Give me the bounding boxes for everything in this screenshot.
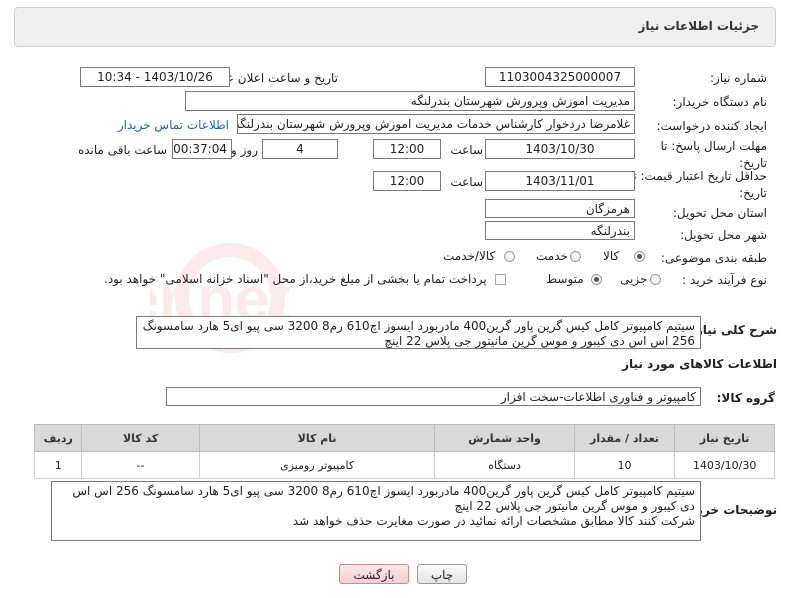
need-number-field[interactable]: 1103004325000007 (485, 67, 635, 87)
goods-table-header: تاریخ نیاز تعداد / مقدار واحد شمارش نام … (33, 424, 775, 452)
cell-need-date: 1403/10/30 (674, 451, 775, 479)
cell-code: -- (81, 451, 200, 479)
creator-field[interactable]: غلامرضا دردخوار کارشناس خدمات مدیریت امو… (237, 114, 635, 134)
buyer-notes-line-2: دی کیبور و موس گرین مانیتور جی پلاس 22 ا… (454, 499, 695, 513)
goods-group-label: گروه کالا: (716, 391, 775, 405)
province-label: استان محل تحویل: (672, 206, 767, 220)
reply-time-label: ساعت (450, 143, 483, 157)
reply-deadline-label: مهلت ارسال پاسخ: تا تاریخ: (660, 139, 767, 170)
buyer-field[interactable]: مدیریت اموزش وپرورش شهرستان بندرلنگه (185, 91, 635, 111)
page-title: جزئیات اطلاعات نیاز (638, 19, 759, 33)
treasury-note: پرداخت تمام یا بخشی از مبلغ خرید،از محل … (104, 272, 487, 286)
goods-section-title: اطلاعات کالاهای مورد نیاز (622, 357, 777, 371)
col-name: نام کالا (198, 424, 436, 452)
process-radio-minor[interactable] (650, 274, 661, 285)
table-row[interactable]: 1403/10/30 10 دستگاه کامپیوتر رومیزی -- … (33, 451, 775, 479)
category-option-service: خدمت (536, 249, 568, 263)
process-option-medium: متوسط (546, 272, 584, 286)
announce-field[interactable]: 1403/10/26 - 10:34 (80, 67, 230, 87)
buyer-notes-field[interactable]: سیتیم کامپیوتر کامل کیس گرین پاور گرین40… (51, 481, 701, 541)
price-deadline-label: حداقل تاریخ اعتبار قیمت: تا تاریخ: (629, 169, 767, 200)
province-field[interactable]: هرمزگان (485, 199, 635, 218)
city-label: شهر محل تحویل: (680, 228, 767, 242)
treasury-checkbox[interactable] (495, 274, 506, 285)
price-time-label: ساعت (450, 175, 483, 189)
cell-name: کامپیوتر رومیزی (198, 451, 436, 479)
days-label: روز و (231, 143, 258, 157)
city-field[interactable]: بندرلنگه (485, 221, 635, 240)
general-desc-field[interactable]: سیتیم کامپیوتر کامل کیس گرین پاور گرین40… (136, 316, 701, 349)
cell-row: 1 (33, 451, 83, 479)
buyer-notes-line-3: شرکت کنند کالا مطابق مشخصات ارائه نمائید… (292, 514, 695, 528)
general-desc-line-1: سیتیم کامپیوتر کامل کیس گرین پاور گرین40… (142, 319, 695, 333)
days-field[interactable]: 4 (262, 139, 338, 159)
goods-table: تاریخ نیاز تعداد / مقدار واحد شمارش نام … (33, 424, 775, 479)
general-desc-label: شرح کلی نیاز: (691, 323, 777, 337)
reply-date-field[interactable]: 1403/10/30 (485, 139, 635, 159)
col-quantity: تعداد / مقدار (573, 424, 676, 452)
need-number-label: شماره نیاز: (710, 71, 767, 85)
general-desc-line-2: 256 اس اس دی کیبور و موس گرین مانیتور جی… (384, 334, 695, 348)
category-radio-both[interactable] (504, 251, 515, 262)
cell-unit: دستگاه (434, 451, 575, 479)
price-time-field[interactable]: 12:00 (373, 171, 441, 191)
col-unit: واحد شمارش (434, 424, 575, 452)
reply-time-field[interactable]: 12:00 (373, 139, 441, 159)
category-option-goods: کالا (603, 249, 620, 263)
category-radio-goods[interactable] (634, 251, 645, 262)
process-radio-medium[interactable] (591, 274, 602, 285)
creator-label: ایجاد کننده درخواست: (656, 119, 767, 133)
category-option-both: کالا/خدمت (443, 249, 496, 263)
col-row: ردیف (33, 424, 83, 452)
contact-info-link[interactable]: اطلاعات تماس خریدار (118, 118, 229, 132)
back-button[interactable]: بازگشت (339, 564, 409, 584)
buyer-notes-line-1: سیتیم کامپیوتر کامل کیس گرین پاور گرین40… (72, 484, 695, 498)
cell-quantity: 10 (573, 451, 676, 479)
col-code: کد کالا (81, 424, 200, 452)
price-date-field[interactable]: 1403/11/01 (485, 171, 635, 191)
print-button[interactable]: چاپ (417, 564, 467, 584)
goods-group-field[interactable]: کامپیوتر و فناوری اطلاعات-سخت افزار (166, 387, 701, 406)
buyer-label: نام دستگاه خریدار: (672, 95, 768, 109)
remaining-label: ساعت باقی مانده (77, 143, 167, 157)
process-label: نوع فرآیند خرید : (682, 273, 767, 287)
header-panel: جزئیات اطلاعات نیاز (14, 7, 776, 47)
category-radio-service[interactable] (570, 251, 581, 262)
process-option-minor: جزیی (620, 272, 648, 286)
remaining-time-field[interactable]: 00:37:04 (172, 139, 232, 159)
category-label: طبقه بندی موضوعی: (660, 251, 767, 265)
col-need-date: تاریخ نیاز (674, 424, 775, 452)
